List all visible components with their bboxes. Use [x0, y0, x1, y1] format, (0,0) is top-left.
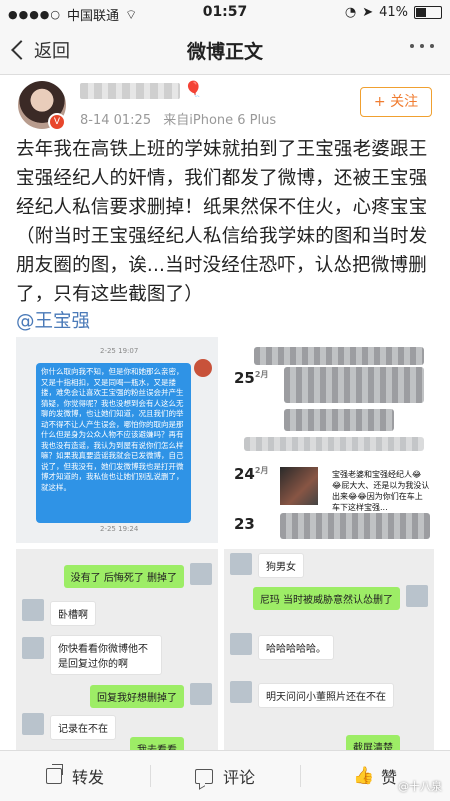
chat-bubble-sent: 尼玛 当时被威胁意然认怂删了 [252, 587, 400, 610]
month: 2月 [254, 466, 269, 475]
balloon-icon: 🎈 [184, 80, 203, 98]
blurred-block [254, 347, 424, 365]
pm-time-top: 2-25 19:07 [100, 347, 139, 355]
blurred-block [280, 513, 430, 539]
more-dot [410, 44, 414, 48]
month: 2月 [254, 370, 269, 379]
chat-bubble-received: 狗男女 [258, 553, 304, 578]
chat-avatar [190, 683, 212, 705]
pm-bubble: 你什么取向我不知，但是你和她那么亲密，又是十指相扣，又是同喝一瓶水，又是搂搂，难… [36, 363, 191, 523]
like-label: 赞 [380, 768, 397, 787]
post-meta: 8-14 01:25 来自iPhone 6 Plus [80, 109, 284, 128]
chat-bubble-sent: 没有了 后悔死了 删掉了 [63, 565, 184, 588]
repost-button[interactable]: 转发 [0, 751, 150, 801]
moments-date-23: 23 [234, 515, 255, 533]
chat-avatar [230, 633, 252, 655]
verified-badge-icon: V [48, 113, 66, 131]
action-bar: 转发 评论 👍 赞 [0, 750, 450, 801]
moments-date-24: 242月 [234, 465, 268, 483]
day: 25 [234, 369, 255, 387]
moments-thumbnail [280, 467, 318, 505]
chat-bubble-received: 你快看看你微博他不是回复过你的啊 [50, 635, 162, 675]
post-image-chat-1[interactable]: 没有了 后悔死了 删掉了 卧槽啊 你快看看你微博他不是回复过你的啊 回复我好想删… [16, 549, 218, 755]
location-icon: ➤ [362, 5, 374, 20]
status-bar: ●●●●○ 中国联通 ⌔ 01:57 ◔ ➤ 41% [0, 0, 450, 26]
pm-avatar [194, 359, 212, 377]
thumbs-up-icon: 👍 [352, 766, 375, 786]
username-blurred[interactable] [80, 83, 180, 99]
chat-avatar [230, 681, 252, 703]
nav-bar: 返回 微博正文 [0, 26, 450, 75]
moments-text: 宝强老婆和宝强经纪人😂😂屁大大、还是以为我没认出来😂😂因为你们在车上车下这样宝强… [332, 470, 430, 512]
chat-avatar [190, 563, 212, 585]
chat-bubble-received: 明天问问小董照片还在不在 [258, 683, 394, 708]
battery-fill [416, 8, 426, 17]
post-image-moments[interactable]: 252月 242月 宝强老婆和宝强经纪人😂😂屁大大、还是以为我没认出来😂😂因为你… [224, 337, 434, 543]
chat-bubble-received: 哈哈哈哈哈。 [258, 635, 334, 660]
blurred-block [284, 367, 424, 403]
chat-avatar [230, 553, 252, 575]
post-source: 来自iPhone 6 Plus [163, 113, 277, 128]
chat-avatar [22, 599, 44, 621]
comment-button[interactable]: 评论 [150, 751, 300, 801]
comment-label: 评论 [222, 768, 255, 787]
watermark: @十八泉 [398, 780, 442, 793]
more-options-button[interactable] [410, 44, 434, 48]
more-dot [420, 44, 424, 48]
post-time: 8-14 01:25 [80, 113, 152, 128]
chat-bubble-received: 卧槽啊 [50, 601, 96, 626]
chat-avatar [22, 713, 44, 735]
chat-bubble-sent: 回复我好想删掉了 [90, 685, 184, 708]
day: 23 [234, 515, 255, 533]
page-title: 微博正文 [186, 41, 263, 63]
post-image-chat-2[interactable]: 狗男女 尼玛 当时被威胁意然认怂删了 哈哈哈哈哈。 明天问问小董照片还在不在 截… [224, 549, 434, 755]
post-content: V 🎈 8-14 01:25 来自iPhone 6 Plus + 关注 去年我在… [0, 75, 450, 755]
chat-avatar [22, 637, 44, 659]
lock-rotation-icon: ◔ [344, 5, 357, 20]
mention-link[interactable]: @王宝强 [16, 307, 90, 333]
comment-icon [194, 768, 213, 784]
moments-date-25: 252月 [234, 369, 268, 387]
post-image-private-message[interactable]: 2-25 19:07 你什么取向我不知，但是你和她那么亲密，又是十指相扣，又是同… [16, 337, 218, 543]
pm-time-bottom: 2-25 19:24 [100, 525, 139, 533]
repost-label: 转发 [71, 768, 104, 787]
blurred-block [244, 437, 424, 451]
battery-icon [414, 6, 442, 19]
day: 24 [234, 465, 255, 483]
follow-button[interactable]: + 关注 [360, 87, 432, 117]
more-dot [430, 44, 434, 48]
repost-icon [45, 768, 62, 784]
blurred-block [284, 409, 394, 431]
battery-percent: 41% [379, 5, 408, 20]
chat-avatar [406, 585, 428, 607]
post-text: 去年我在高铁上班的学妹就拍到了王宝强老婆跟王宝强经纪人的奸情，我们都发了微博，还… [16, 139, 428, 305]
chat-bubble-received: 记录在不在 [50, 715, 116, 740]
